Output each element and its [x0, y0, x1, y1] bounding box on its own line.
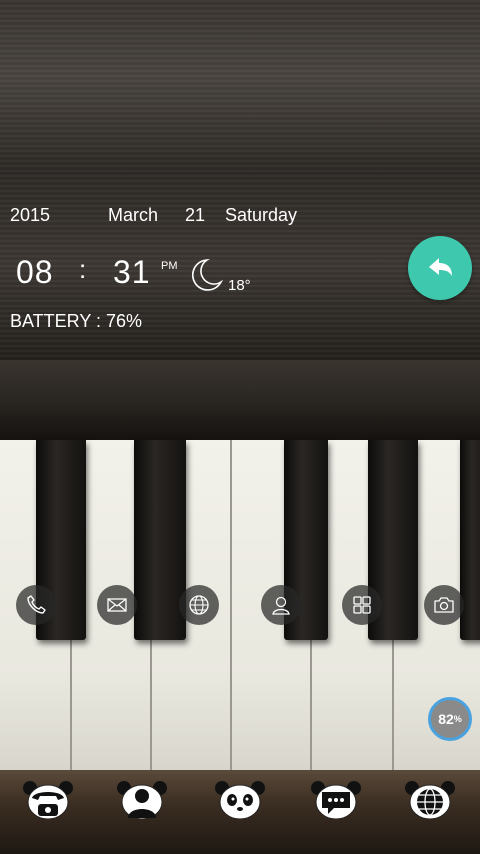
memory-boost-widget[interactable]: 82% [428, 697, 472, 741]
memory-percent-unit: % [453, 714, 462, 724]
panda-contacts-icon[interactable] [116, 778, 168, 822]
panda-phone-icon[interactable] [22, 778, 74, 822]
year: 2015 [10, 205, 51, 225]
piano-fallboard [0, 360, 480, 440]
phone-icon[interactable] [16, 585, 56, 625]
wallpaper [0, 0, 480, 854]
panda-home-icon[interactable] [214, 778, 266, 822]
back-arrow-icon [429, 258, 452, 276]
weekday: Saturday [225, 205, 298, 225]
temperature: 18° [228, 277, 251, 294]
memory-percent: 82 [438, 711, 454, 727]
contact-icon[interactable] [261, 585, 301, 625]
black-key [134, 440, 186, 640]
month: March [108, 205, 159, 225]
apps-grid-icon[interactable] [342, 585, 382, 625]
clock-hour: 08 [16, 254, 54, 290]
camera-icon[interactable] [424, 585, 464, 625]
panda-browser-icon[interactable] [404, 778, 456, 822]
clock-minute: 31 [113, 254, 151, 290]
mail-icon[interactable] [97, 585, 137, 625]
globe-icon[interactable] [179, 585, 219, 625]
battery-status: BATTERY : 76% [10, 311, 143, 331]
day: 21 [185, 205, 206, 225]
crescent-moon-icon [187, 257, 224, 293]
panda-messages-icon[interactable] [310, 778, 362, 822]
back-button[interactable] [408, 236, 472, 300]
clock-ampm: PM [161, 260, 178, 272]
clock-separator: : [79, 254, 88, 284]
